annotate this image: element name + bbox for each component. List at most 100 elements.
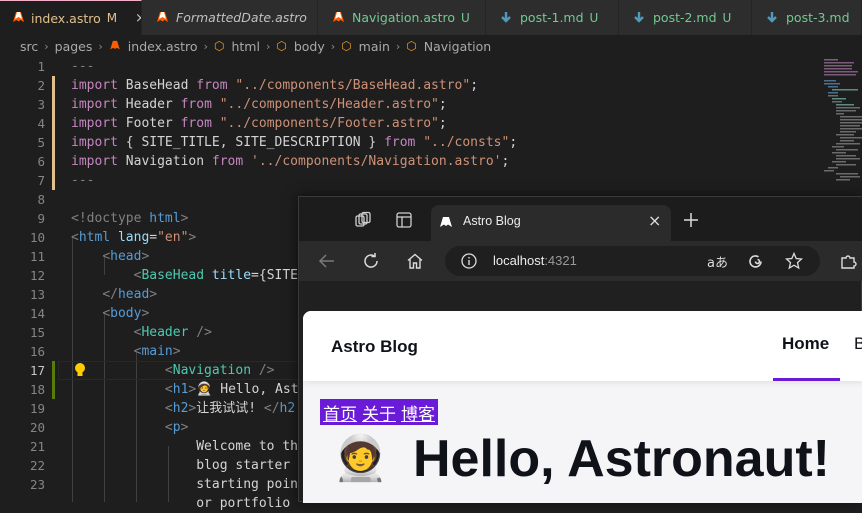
line-number: 2 <box>37 78 45 93</box>
code-line[interactable]: 4 import Footer from "../components/Foote… <box>0 114 862 133</box>
element-symbol-icon: ⬡ <box>341 39 352 53</box>
nav-link-about-cn[interactable]: 关于 <box>362 400 396 425</box>
code-line[interactable]: 3 import Header from "../components/Heade… <box>0 95 862 114</box>
breadcrumb-item[interactable]: Navigation <box>424 39 491 54</box>
line-number: 8 <box>37 192 45 207</box>
editor-tab-label: post-1.md <box>520 10 584 25</box>
editor-tab-label: FormattedDate.astro <box>176 10 307 25</box>
extensions-icon[interactable] <box>839 252 857 270</box>
refresh-translate-icon[interactable] <box>747 253 764 270</box>
line-number: 11 <box>29 249 45 264</box>
breadcrumb-item[interactable]: index.astro <box>128 39 198 54</box>
markdown-file-icon <box>764 10 780 26</box>
code-text: <html lang="en"> <box>71 230 197 245</box>
hero-heading: Hello, Astronaut! <box>413 430 830 488</box>
browser-tab-strip: Astro Blog × <box>299 197 862 241</box>
code-text: import Navigation from '../components/Na… <box>71 154 510 169</box>
browser-toolbar: localhost:4321 aあ <box>299 241 862 281</box>
browser-tab-active[interactable]: Astro Blog × <box>431 205 671 241</box>
code-text: <h2>让我试试! </h2 <box>164 401 296 416</box>
breadcrumb-item[interactable]: main <box>359 39 390 54</box>
code-line[interactable]: 5 import { SITE_TITLE, SITE_DESCRIPTION }… <box>0 133 862 152</box>
nav-home-link[interactable]: Home <box>782 334 829 354</box>
code-text: </head> <box>102 287 158 302</box>
element-symbol-icon: ⬡ <box>406 39 417 53</box>
breadcrumb-separator-icon: › <box>98 39 103 53</box>
line-number: 17 <box>29 363 45 378</box>
code-text: <Header /> <box>133 325 212 340</box>
site-brand[interactable]: Astro Blog <box>331 337 418 357</box>
breadcrumb-separator-icon: › <box>265 39 271 53</box>
editor-tab-5[interactable]: post-2.md U <box>619 0 752 35</box>
code-text: <h1>🧑‍🚀 Hello, Ast <box>164 382 299 397</box>
code-line[interactable]: 1 --- <box>0 57 862 76</box>
git-status-badge: M <box>106 11 118 25</box>
nav-blog-link[interactable]: B <box>854 334 862 354</box>
code-text: --- <box>71 59 95 74</box>
code-text: <BaseHead title={SITE_ <box>133 268 306 283</box>
line-number: 22 <box>29 458 45 473</box>
minimap[interactable] <box>822 57 862 197</box>
editor-tab-4[interactable]: post-1.md U <box>486 0 619 35</box>
breadcrumb-item[interactable]: pages <box>55 39 93 54</box>
breadcrumb-separator-icon: › <box>44 39 49 53</box>
line-number: 13 <box>29 287 45 302</box>
editor-tab-3[interactable]: Navigation.astro U <box>318 0 486 35</box>
editor-tab-2[interactable]: FormattedDate.astro <box>142 0 318 35</box>
code-text: import Header from "../components/Header… <box>71 97 447 112</box>
close-tab-icon[interactable]: × <box>648 211 661 230</box>
code-text: import Footer from "../components/Footer… <box>71 116 447 131</box>
code-line[interactable]: 2 import BaseHead from "../components/Bas… <box>0 76 862 95</box>
line-number: 10 <box>29 230 45 245</box>
line-number: 16 <box>29 344 45 359</box>
line-number: 9 <box>37 211 45 226</box>
line-number: 12 <box>29 268 45 283</box>
git-status-badge: U <box>722 10 732 25</box>
code-text: blog starter t <box>196 458 306 473</box>
close-tab-icon[interactable]: × <box>135 11 141 26</box>
markdown-file-icon <box>631 10 647 26</box>
new-tab-icon[interactable] <box>683 212 699 228</box>
line-number: 5 <box>37 135 45 150</box>
astro-file-icon <box>330 10 346 26</box>
site-info-icon[interactable] <box>461 253 477 269</box>
line-number: 14 <box>29 306 45 321</box>
nav-link-blog-cn[interactable]: 博客 <box>401 400 435 425</box>
line-number: 15 <box>29 325 45 340</box>
code-line[interactable]: 6 import Navigation from '../components/N… <box>0 152 862 171</box>
breadcrumb-item[interactable]: html <box>231 39 259 54</box>
editor-tab-bar: index.astro M × FormattedDate.astro Navigati… <box>0 0 862 35</box>
favorite-star-icon[interactable] <box>785 252 803 270</box>
workspaces-icon[interactable] <box>354 211 372 229</box>
breadcrumb-separator-icon: › <box>395 39 401 53</box>
breadcrumb-separator-icon: › <box>203 39 208 53</box>
line-number: 23 <box>29 477 45 492</box>
line-number: 21 <box>29 439 45 454</box>
code-text: --- <box>71 173 95 188</box>
astro-file-icon <box>154 10 170 26</box>
editor-tab-6[interactable]: post-3.md <box>752 0 862 35</box>
nav-link-home-cn[interactable]: 首页 <box>323 400 357 425</box>
read-aloud-icon[interactable]: aあ <box>707 252 728 271</box>
breadcrumb-item[interactable]: src <box>20 39 38 54</box>
element-symbol-icon: ⬡ <box>213 39 225 53</box>
url-text: localhost:4321 <box>493 253 577 268</box>
astro-file-icon <box>109 39 124 54</box>
code-text: <main> <box>133 344 181 359</box>
code-text: starting point <box>196 477 306 492</box>
editor-tab-1[interactable]: index.astro M × <box>0 0 142 35</box>
astro-file-icon <box>12 10 25 26</box>
editor-tab-label: post-3.md <box>786 10 850 25</box>
astro-favicon-icon <box>440 217 452 227</box>
line-number: 1 <box>37 59 45 74</box>
vertical-tabs-icon[interactable] <box>395 211 413 229</box>
refresh-icon[interactable] <box>362 252 380 270</box>
address-bar[interactable]: localhost:4321 aあ <box>445 246 820 276</box>
code-line[interactable]: 7 --- <box>0 171 862 190</box>
line-number: 20 <box>29 420 45 435</box>
home-icon[interactable] <box>406 252 424 270</box>
editor-tab-label: post-2.md <box>653 10 717 25</box>
back-icon[interactable] <box>318 252 336 270</box>
breadcrumb-item[interactable]: body <box>294 39 325 54</box>
code-text: import { SITE_TITLE, SITE_DESCRIPTION } … <box>71 135 518 150</box>
